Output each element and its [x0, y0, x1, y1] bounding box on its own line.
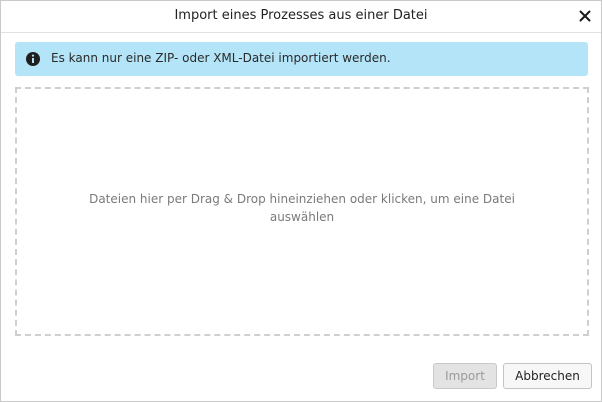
close-icon: [579, 10, 591, 22]
import-dialog: Import eines Prozesses aus einer Datei E…: [0, 0, 602, 402]
close-button[interactable]: [575, 6, 595, 26]
cancel-button[interactable]: Abbrechen: [503, 363, 592, 389]
info-circle-icon: [25, 51, 41, 67]
info-banner: Es kann nur eine ZIP- oder XML-Datei imp…: [15, 42, 588, 76]
dialog-titlebar: Import eines Prozesses aus einer Datei: [1, 1, 601, 33]
import-button[interactable]: Import: [433, 363, 497, 389]
file-dropzone[interactable]: Dateien hier per Drag & Drop hineinziehe…: [15, 87, 589, 336]
dialog-title: Import eines Prozesses aus einer Datei: [174, 8, 428, 23]
dropzone-hint: Dateien hier per Drag & Drop hineinziehe…: [89, 192, 515, 224]
info-message: Es kann nur eine ZIP- oder XML-Datei imp…: [51, 51, 391, 65]
